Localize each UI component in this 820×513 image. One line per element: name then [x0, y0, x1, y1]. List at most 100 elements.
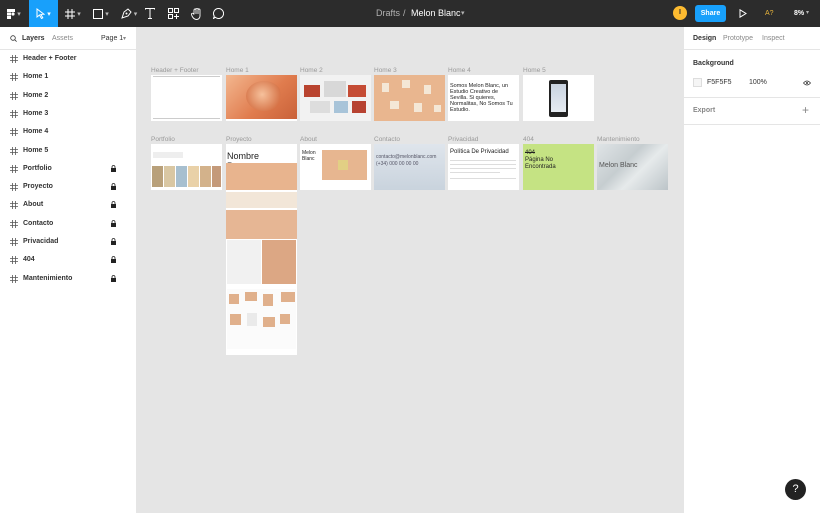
image-block — [434, 105, 441, 112]
chevron-down-icon: ▾ — [47, 10, 51, 18]
zoom-chevron-icon[interactable]: ▾ — [806, 0, 809, 27]
frame-label-home-4[interactable]: Home 4 — [448, 67, 471, 74]
frame-home-4[interactable]: Somos Melon Blanc, un Estudio Creativo d… — [448, 75, 519, 121]
frame-portfolio[interactable] — [151, 144, 222, 190]
breadcrumb-parent[interactable]: Drafts — [376, 0, 400, 27]
tab-assets[interactable]: Assets — [52, 35, 73, 42]
frame-about[interactable]: Melon Blanc — [300, 144, 371, 190]
footer-bar — [153, 118, 220, 119]
zoom-level[interactable]: 8% — [794, 0, 804, 27]
comment-tool-button[interactable] — [211, 0, 225, 27]
lock-icon[interactable] — [111, 274, 116, 282]
frame-label-portfolio[interactable]: Portfolio — [151, 136, 175, 143]
file-name[interactable]: Melon Blanc — [411, 0, 461, 27]
layer-label: Home 3 — [23, 109, 49, 117]
frame-header-footer[interactable] — [151, 75, 222, 121]
tab-inspect[interactable]: Inspect — [762, 35, 785, 42]
frame-label-404[interactable]: 404 — [523, 136, 534, 143]
lock-icon[interactable] — [111, 219, 116, 227]
frame-label-contacto[interactable]: Contacto — [374, 136, 400, 143]
help-button[interactable]: ? — [785, 479, 806, 500]
privacidad-title: Política De Privacidad — [450, 149, 509, 155]
frame-proyecto[interactable]: Nombre Proyecto — [226, 144, 297, 355]
main-menu-button[interactable]: ▾ — [0, 0, 28, 27]
search-icon[interactable] — [10, 35, 17, 42]
lock-icon[interactable] — [111, 256, 116, 264]
layer-item[interactable]: Contacto — [0, 215, 136, 233]
lock-icon[interactable] — [111, 201, 116, 209]
page-selector[interactable]: Page 1 — [101, 35, 123, 42]
frame-privacidad[interactable]: Política De Privacidad — [448, 144, 519, 190]
background-hex-input[interactable]: F5F5F5 — [707, 79, 732, 86]
layer-item[interactable]: Home 1 — [0, 68, 136, 86]
frame-label-header-footer[interactable]: Header + Footer — [151, 67, 199, 74]
play-icon — [739, 9, 747, 18]
frame-icon — [10, 109, 18, 118]
frame-mantenimiento[interactable]: Melon Blanc — [597, 144, 668, 190]
layer-item[interactable]: Header + Footer — [0, 50, 136, 68]
layer-label: Home 2 — [23, 91, 49, 99]
tab-layers[interactable]: Layers — [22, 35, 45, 42]
frame-tool-button[interactable]: ▾ — [60, 0, 86, 27]
frame-label-about[interactable]: About — [300, 136, 317, 143]
pen-tool-button[interactable]: ▾ — [116, 0, 142, 27]
move-tool-button[interactable]: ▾ — [29, 0, 58, 27]
frame-icon — [10, 238, 18, 246]
frame-home-5[interactable] — [523, 75, 594, 121]
layer-item[interactable]: Home 4 — [0, 123, 136, 141]
share-button[interactable]: Share — [695, 5, 726, 22]
divider — [684, 97, 820, 98]
text-block — [153, 152, 183, 158]
layer-item[interactable]: 404 — [0, 251, 136, 269]
frame-home-1[interactable] — [226, 75, 297, 121]
frame-label-home-2[interactable]: Home 2 — [300, 67, 323, 74]
frame-label-privacidad[interactable]: Privacidad — [448, 136, 478, 143]
canvas[interactable]: Header + Footer Home 1 Home 2 Home 3 Hom… — [137, 27, 683, 513]
frame-label-mantenimiento[interactable]: Mantenimiento — [597, 136, 640, 143]
frame-label-home-5[interactable]: Home 5 — [523, 67, 546, 74]
layer-item[interactable]: Home 2 — [0, 87, 136, 105]
layer-item[interactable]: About — [0, 196, 136, 214]
layer-item[interactable]: Privacidad — [0, 233, 136, 251]
frame-contacto[interactable]: contacto@melonblanc.com (+34) 000 00 00 … — [374, 144, 445, 190]
layer-item[interactable]: Home 3 — [0, 105, 136, 123]
figma-logo-icon — [7, 8, 16, 19]
text-line — [450, 178, 516, 179]
frame-icon — [10, 256, 18, 265]
header-bar — [153, 76, 220, 77]
avatar[interactable]: I — [673, 6, 687, 20]
background-color-swatch[interactable] — [693, 78, 702, 87]
lock-icon[interactable] — [111, 238, 116, 245]
divider — [684, 124, 820, 125]
lock-icon[interactable] — [111, 183, 116, 191]
layer-item[interactable]: Proyecto — [0, 178, 136, 196]
frame-home-2[interactable] — [300, 75, 371, 121]
shape-tool-button[interactable]: ▾ — [88, 0, 114, 27]
tab-design[interactable]: Design — [693, 35, 716, 42]
resources-tool-button[interactable] — [166, 0, 180, 27]
file-menu-chevron-icon[interactable]: ▾ — [461, 0, 465, 27]
frame-label-proyecto[interactable]: Proyecto — [226, 136, 252, 143]
hand-tool-button[interactable] — [189, 0, 203, 27]
frame-404[interactable]: 404 Página No Encontrada — [523, 144, 594, 190]
frame-icon — [10, 219, 18, 228]
tab-prototype[interactable]: Prototype — [723, 35, 753, 42]
image-block — [324, 81, 346, 97]
image-block — [338, 160, 348, 170]
layer-item[interactable]: Mantenimiento — [0, 270, 136, 288]
cursor-icon — [36, 8, 46, 19]
accessibility-label[interactable]: A? — [765, 0, 774, 27]
lock-icon[interactable] — [111, 164, 116, 172]
background-opacity-input[interactable]: 100% — [749, 79, 767, 86]
frame-home-3[interactable] — [374, 75, 445, 121]
text-tool-button[interactable] — [143, 0, 157, 27]
frame-label-home-3[interactable]: Home 3 — [374, 67, 397, 74]
add-export-icon[interactable]: + — [802, 103, 809, 117]
chevron-down-icon[interactable]: ▾ — [123, 35, 126, 42]
present-button[interactable] — [736, 0, 750, 27]
frame-label-home-1[interactable]: Home 1 — [226, 67, 249, 74]
text-line — [450, 160, 516, 161]
layer-item[interactable]: Home 5 — [0, 142, 136, 160]
eye-icon[interactable] — [803, 80, 811, 86]
layer-item[interactable]: Portfolio — [0, 160, 136, 178]
